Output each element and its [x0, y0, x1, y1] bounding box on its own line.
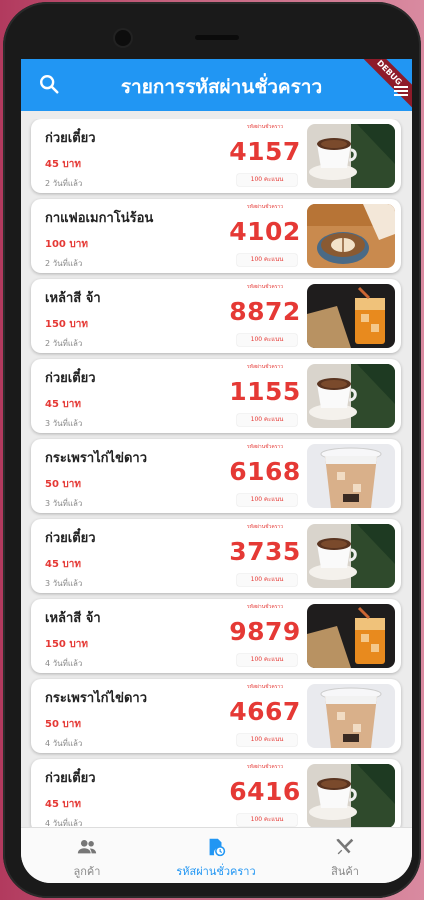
nav-temp-codes-label: รหัสผ่านชั่วคราว [176, 865, 256, 878]
iced-coffee-cup-image [307, 444, 395, 508]
temp-code: 9879 [229, 617, 301, 646]
item-price: 50 บาท [45, 719, 81, 730]
nav-customers[interactable]: ลูกค้า [22, 836, 152, 880]
item-price: 45 บาท [45, 159, 81, 170]
item-time: 3 วันที่แล้ว [45, 419, 83, 428]
item-time: 2 วันที่แล้ว [45, 259, 83, 268]
phone-frame: รายการรหัสผ่านชั่วคราว DEBUG ก่วยเตี๋ยว 4… [3, 2, 421, 898]
item-time: 2 วันที่แล้ว [45, 339, 83, 348]
item-time: 3 วันที่แล้ว [45, 499, 83, 508]
item-name: กระเพราไก่ไข่ดาว [45, 451, 148, 466]
temp-code: 3735 [229, 537, 301, 566]
code-label: รหัสผ่านชั่วคราว [246, 124, 284, 130]
nav-customers-label: ลูกค้า [73, 865, 101, 878]
front-camera [115, 30, 131, 46]
item-thumbnail [307, 284, 395, 348]
item-name: กาแฟอเมกาโน่ร้อน [45, 211, 154, 226]
points-badge: 100 คะแนน [237, 414, 297, 426]
item-thumbnail [307, 444, 395, 508]
iced-drink-image [307, 604, 395, 668]
nav-temp-codes[interactable]: รหัสผ่านชั่วคราว [151, 836, 281, 880]
item-price: 45 บาท [45, 559, 81, 570]
item-name: กระเพราไก่ไข่ดาว [45, 691, 148, 706]
app-screen: รายการรหัสผ่านชั่วคราว DEBUG ก่วยเตี๋ยว 4… [21, 59, 412, 883]
code-card[interactable]: กาแฟอเมกาโน่ร้อน 100 บาท 2 วันที่แล้ว รหัสผ… [31, 199, 401, 273]
code-label: รหัสผ่านชั่วคราว [246, 764, 284, 770]
code-label: รหัสผ่านชั่วคราว [246, 364, 284, 370]
item-name: เหล้าสี จ้า [45, 611, 101, 626]
latte-art-image [307, 204, 395, 268]
item-time: 2 วันที่แล้ว [45, 179, 83, 188]
code-card[interactable]: ก่วยเตี๋ยว 45 บาท 3 วันที่แล้ว รหัสผ่านชั่ว… [31, 359, 401, 433]
temp-code: 1155 [229, 377, 301, 406]
code-label: รหัสผ่านชั่วคราว [246, 604, 284, 610]
item-price: 150 บาท [45, 639, 88, 650]
utensils-icon [336, 838, 354, 855]
clock-doc-icon [209, 838, 226, 857]
iced-coffee-cup-image [307, 684, 395, 748]
item-thumbnail [307, 684, 395, 748]
item-thumbnail [307, 764, 395, 827]
item-price: 150 บาท [45, 319, 88, 330]
points-badge: 100 คะแนน [237, 654, 297, 666]
item-thumbnail [307, 204, 395, 268]
item-name: ก่วยเตี๋ยว [45, 371, 96, 386]
coffee-cup-image [307, 364, 395, 428]
item-time: 4 วันที่แล้ว [45, 819, 83, 827]
code-card[interactable]: เหล้าสี จ้า 150 บาท 2 วันที่แล้ว รหัสผ่านชั… [31, 279, 401, 353]
code-label: รหัสผ่านชั่วคราว [246, 284, 284, 290]
points-badge: 100 คะแนน [237, 334, 297, 346]
item-price: 45 บาท [45, 399, 81, 410]
code-card[interactable]: ก่วยเตี๋ยว 45 บาท 4 วันที่แล้ว รหัสผ่านชั่ว… [31, 759, 401, 827]
item-name: ก่วยเตี๋ยว [45, 531, 96, 546]
code-label: รหัสผ่านชั่วคราว [246, 204, 284, 210]
item-name: ก่วยเตี๋ยว [45, 131, 96, 146]
item-thumbnail [307, 124, 395, 188]
points-badge: 100 คะแนน [237, 174, 297, 186]
code-card[interactable]: กระเพราไก่ไข่ดาว 50 บาท 3 วันที่แล้ว รหัสผ่… [31, 439, 401, 513]
item-thumbnail [307, 604, 395, 668]
item-name: ก่วยเตี๋ยว [45, 771, 96, 786]
temp-code: 6168 [229, 457, 301, 486]
item-price: 50 บาท [45, 479, 81, 490]
item-thumbnail [307, 524, 395, 588]
temp-code: 8872 [229, 297, 301, 326]
code-label: รหัสผ่านชั่วคราว [246, 524, 284, 530]
code-label: รหัสผ่านชั่วคราว [246, 684, 284, 690]
temp-code: 4102 [229, 217, 301, 246]
code-card[interactable]: กระเพราไก่ไข่ดาว 50 บาท 4 วันที่แล้ว รหัสผ่… [31, 679, 401, 753]
iced-drink-image [307, 284, 395, 348]
coffee-cup-image [307, 764, 395, 827]
bottom-nav: ลูกค้า รหัสผ่านชั่วคราว สินค้า [21, 827, 412, 883]
nav-products[interactable]: สินค้า [280, 836, 410, 880]
code-card[interactable]: ก่วยเตี๋ยว 45 บาท 3 วันที่แล้ว รหัสผ่านชั่ว… [31, 519, 401, 593]
code-label: รหัสผ่านชั่วคราว [246, 444, 284, 450]
item-name: เหล้าสี จ้า [45, 291, 101, 306]
points-badge: 100 คะแนน [237, 814, 297, 826]
item-thumbnail [307, 364, 395, 428]
temp-code: 4157 [229, 137, 301, 166]
points-badge: 100 คะแนน [237, 494, 297, 506]
speaker-grille [195, 35, 239, 40]
app-bar: รายการรหัสผ่านชั่วคราว DEBUG [21, 59, 412, 111]
code-list: ก่วยเตี๋ยว 45 บาท 2 วันที่แล้ว รหัสผ่านชั่ว… [21, 119, 412, 827]
points-badge: 100 คะแนน [237, 574, 297, 586]
points-badge: 100 คะแนน [237, 254, 297, 266]
item-time: 4 วันที่แล้ว [45, 739, 83, 748]
item-price: 45 บาท [45, 799, 81, 810]
item-price: 100 บาท [45, 239, 88, 250]
code-card[interactable]: ก่วยเตี๋ยว 45 บาท 2 วันที่แล้ว รหัสผ่านชั่ว… [31, 119, 401, 193]
page-title: รายการรหัสผ่านชั่วคราว [120, 76, 323, 98]
temp-code: 6416 [229, 777, 301, 806]
item-time: 4 วันที่แล้ว [45, 659, 83, 668]
points-badge: 100 คะแนน [237, 734, 297, 746]
coffee-cup-image [307, 124, 395, 188]
item-time: 3 วันที่แล้ว [45, 579, 83, 588]
coffee-cup-image [307, 524, 395, 588]
nav-products-label: สินค้า [331, 865, 359, 878]
menu-icon[interactable] [394, 85, 408, 97]
people-icon [77, 840, 97, 854]
temp-code: 4667 [229, 697, 301, 726]
code-card[interactable]: เหล้าสี จ้า 150 บาท 4 วันที่แล้ว รหัสผ่านชั… [31, 599, 401, 673]
